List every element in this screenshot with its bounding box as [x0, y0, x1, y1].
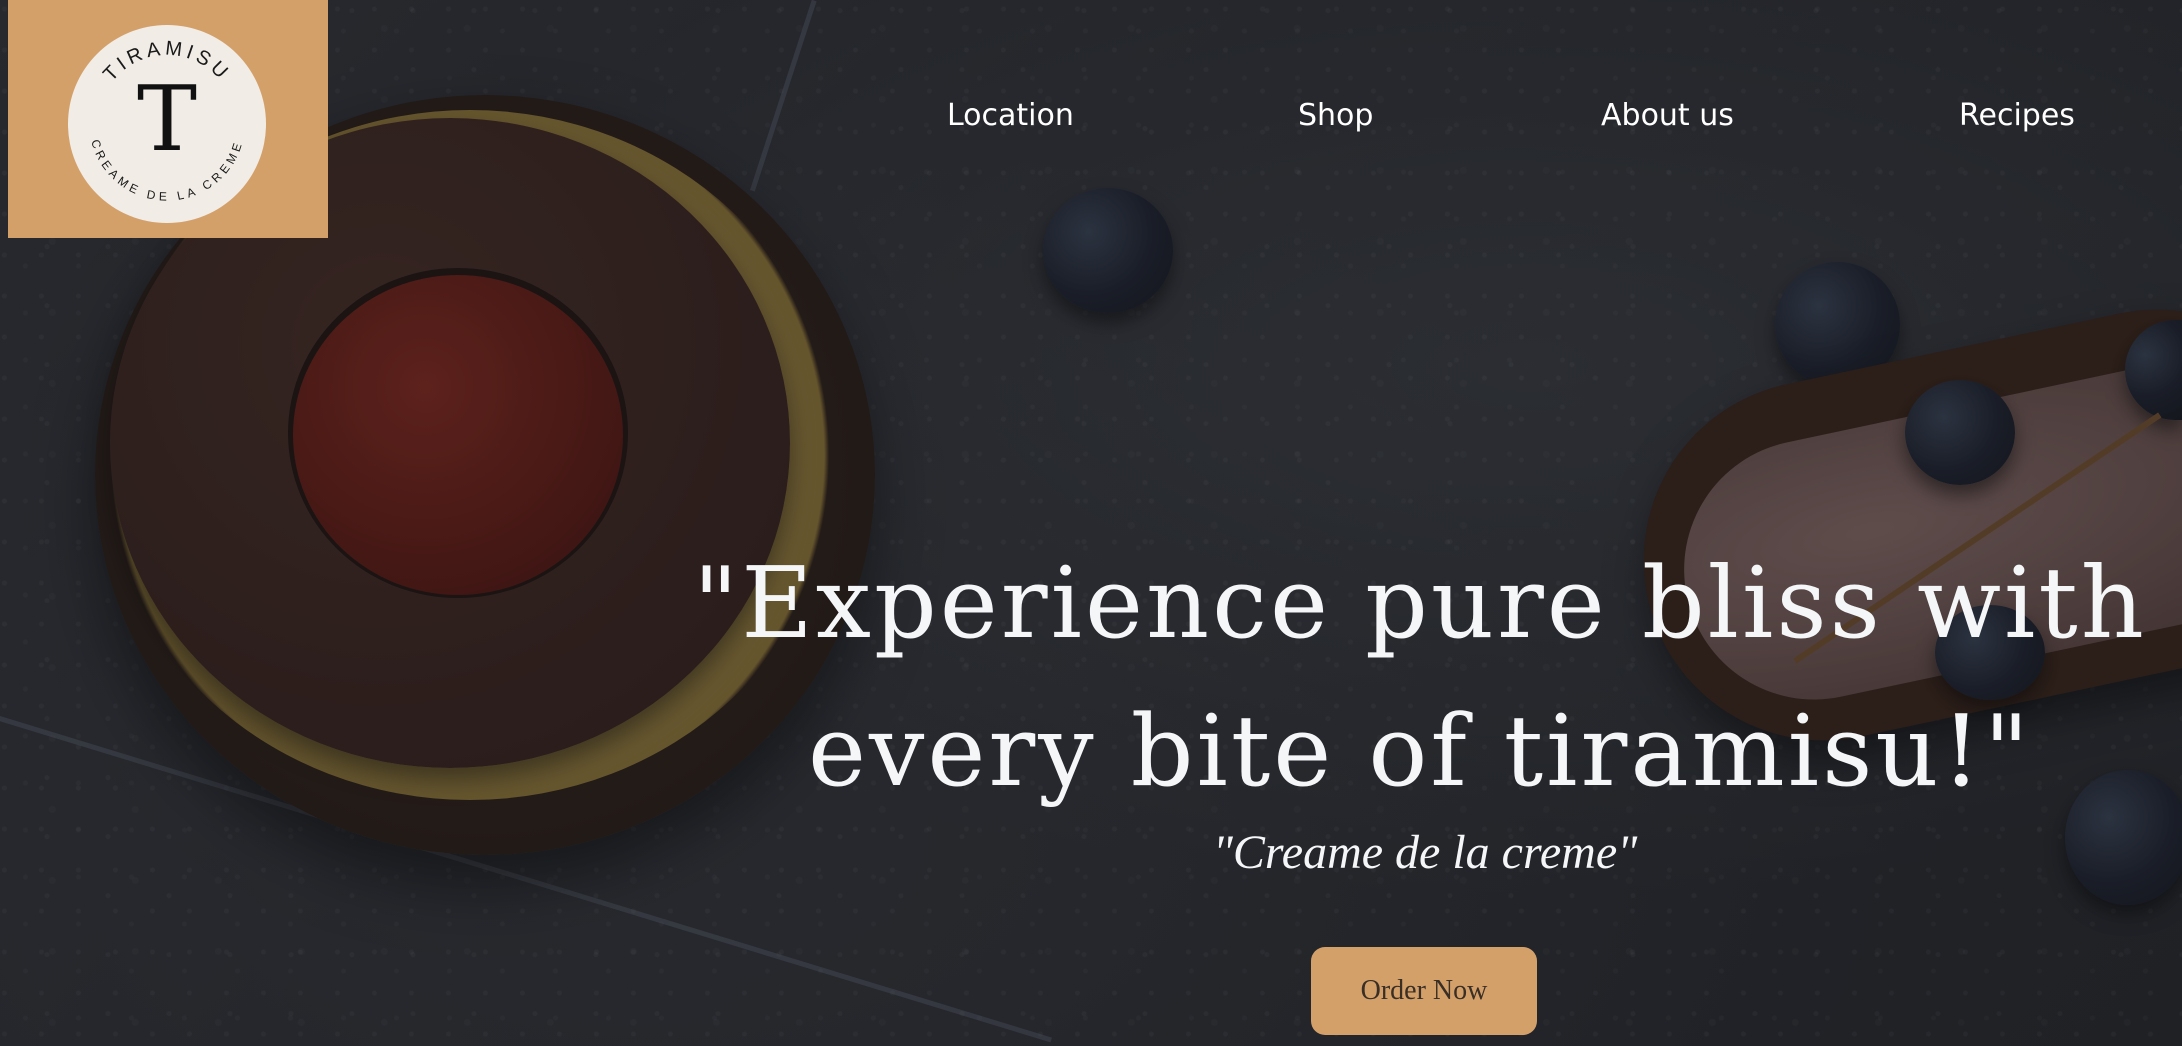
hero-headline: "Experience pure bliss with every bite o… — [640, 530, 2182, 826]
hero-headline-line-1: "Experience pure bliss with — [693, 547, 2147, 661]
nav-item-location[interactable]: Location — [947, 98, 1074, 133]
nav-item-shop[interactable]: Shop — [1298, 98, 1373, 133]
order-now-button[interactable]: Order Now — [1311, 947, 1537, 1035]
main-nav: Location Shop About us Recipes — [0, 98, 2182, 138]
hero-section: TIRAMISU CREAME DE LA CREME T Location S… — [0, 0, 2182, 1046]
hero-headline-line-2: every bite of tiramisu!" — [808, 695, 2032, 809]
nav-item-about-us[interactable]: About us — [1601, 98, 1734, 133]
nav-item-recipes[interactable]: Recipes — [1959, 98, 2075, 133]
hero-tagline: "Creame de la creme" — [1212, 826, 1638, 879]
